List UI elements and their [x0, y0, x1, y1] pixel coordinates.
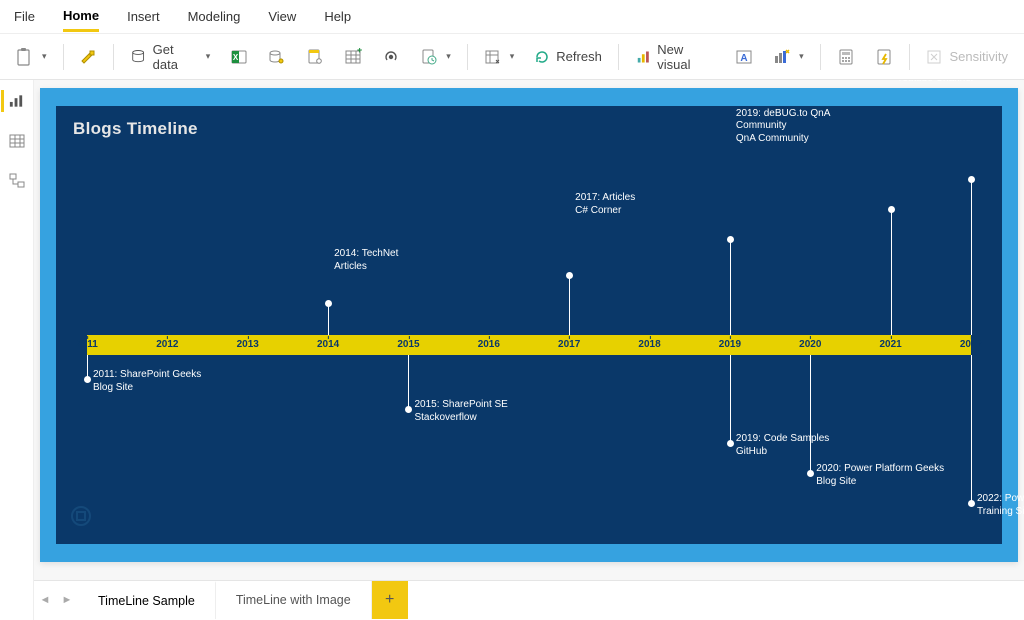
- year-tick: 2022: [960, 339, 982, 350]
- new-measure-button[interactable]: [829, 44, 863, 70]
- dataverse-button[interactable]: [374, 44, 408, 70]
- page-nav-next[interactable]: ►: [56, 581, 78, 619]
- year-tick: 2019: [719, 339, 741, 350]
- enter-data-button[interactable]: +: [336, 44, 370, 70]
- datahub-button[interactable]: [260, 44, 294, 70]
- add-page-button[interactable]: +: [372, 581, 408, 619]
- menu-modeling[interactable]: Modeling: [188, 3, 241, 30]
- recent-sources-button[interactable]: ▾: [412, 44, 459, 70]
- chevron-down-icon: ▾: [42, 51, 47, 62]
- excel-source-button[interactable]: X: [222, 44, 256, 70]
- page-tab-2[interactable]: TimeLine with Image: [216, 581, 372, 619]
- sensitivity-label: Sensitivity: [949, 49, 1008, 64]
- year-tick: 2018: [638, 339, 660, 350]
- sql-source-button[interactable]: [298, 44, 332, 70]
- page-nav-prev[interactable]: ◄: [34, 581, 56, 619]
- chevron-down-icon: ▾: [510, 51, 515, 62]
- page-tab-1[interactable]: TimeLine Sample: [78, 581, 216, 619]
- timeline-visual[interactable]: Blogs Timeline 2011201220132014201520162…: [56, 106, 1002, 544]
- menu-bar: File Home Insert Modeling View Help: [0, 0, 1024, 34]
- more-visuals-button[interactable]: ▾: [765, 44, 812, 70]
- paste-button[interactable]: ▾: [8, 43, 55, 71]
- page-tab-strip: ◄ ► TimeLine Sample TimeLine with Image …: [34, 580, 1024, 619]
- get-data-button[interactable]: Get data ▾: [122, 38, 218, 76]
- format-painter-button[interactable]: [71, 44, 105, 70]
- new-visual-button[interactable]: New visual: [627, 38, 723, 76]
- quick-measure-button[interactable]: [867, 44, 901, 70]
- ribbon-toolbar: ▾ Get data ▾ X + ▾ ▾ Refresh New visual: [0, 34, 1024, 80]
- timeline-axis: 2011201220132014201520162017201820192020…: [87, 335, 971, 355]
- svg-text:A: A: [740, 53, 747, 64]
- get-data-label: Get data: [153, 42, 198, 72]
- text-box-button[interactable]: A: [727, 44, 761, 70]
- svg-text:+: +: [357, 48, 362, 55]
- transform-data-button[interactable]: ▾: [476, 44, 523, 70]
- visual-type-icon: [69, 504, 93, 533]
- year-tick: 2016: [478, 339, 500, 350]
- timeline-plot-area: 2011 2012 2013 2014 2015 2016 2017 2018 2019 2020…: [57, 147, 1001, 543]
- year-tick: 2011: [76, 339, 98, 350]
- menu-insert[interactable]: Insert: [127, 3, 160, 30]
- data-view-button[interactable]: [5, 130, 29, 152]
- canvas-page-background: Blogs Timeline 2011201220132014201520162…: [40, 88, 1018, 562]
- year-tick: 2013: [237, 339, 259, 350]
- chevron-down-icon: ▾: [206, 51, 211, 62]
- year-tick: 2020: [799, 339, 821, 350]
- refresh-label: Refresh: [556, 49, 602, 64]
- year-tick: 2014: [317, 339, 339, 350]
- svg-text:X: X: [233, 53, 239, 62]
- year-tick: 2017: [558, 339, 580, 350]
- year-tick: 2015: [397, 339, 419, 350]
- menu-view[interactable]: View: [268, 3, 296, 30]
- report-canvas[interactable]: Blogs Timeline 2011201220132014201520162…: [34, 80, 1024, 580]
- menu-home[interactable]: Home: [63, 2, 99, 32]
- sensitivity-button[interactable]: Sensitivity: [917, 44, 1016, 70]
- refresh-button[interactable]: Refresh: [526, 45, 610, 69]
- model-view-button[interactable]: [5, 170, 29, 192]
- menu-help[interactable]: Help: [324, 3, 351, 30]
- menu-file[interactable]: File: [14, 3, 35, 30]
- chevron-down-icon: ▾: [799, 51, 804, 62]
- view-switcher-rail: [0, 80, 34, 620]
- report-view-button[interactable]: [1, 90, 25, 112]
- chevron-down-icon: ▾: [446, 51, 451, 62]
- year-tick: 2021: [880, 339, 902, 350]
- new-visual-label: New visual: [657, 42, 715, 72]
- year-tick: 2012: [156, 339, 178, 350]
